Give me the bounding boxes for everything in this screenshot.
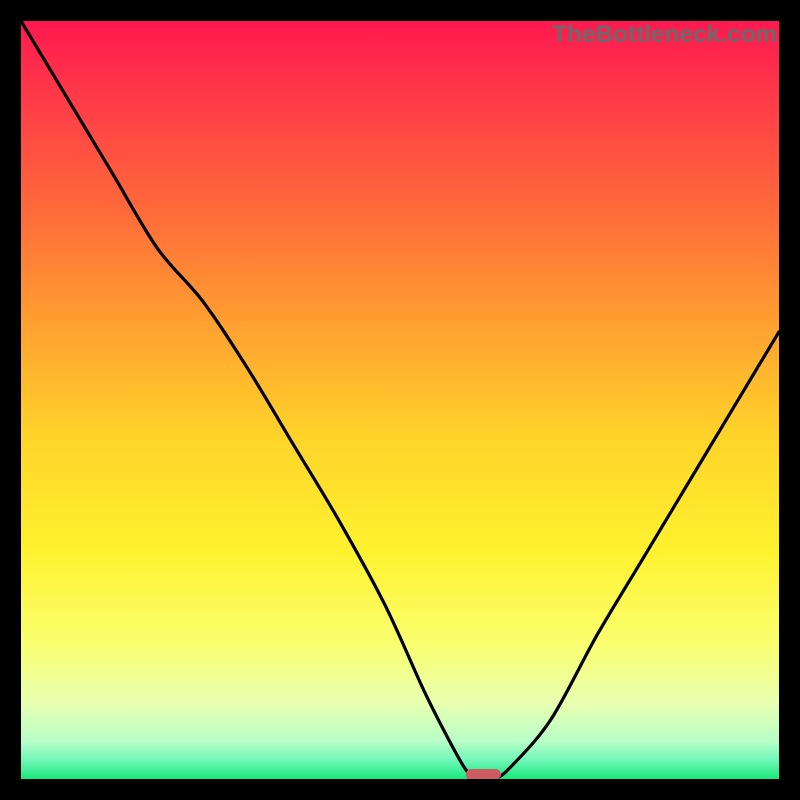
- gradient-background: [21, 21, 779, 779]
- plot-area: TheBottleneck.com: [21, 21, 779, 779]
- watermark-text: TheBottleneck.com: [552, 21, 777, 49]
- chart-frame: TheBottleneck.com: [0, 0, 800, 800]
- optimum-marker: [466, 770, 500, 779]
- bottleneck-chart: [21, 21, 779, 779]
